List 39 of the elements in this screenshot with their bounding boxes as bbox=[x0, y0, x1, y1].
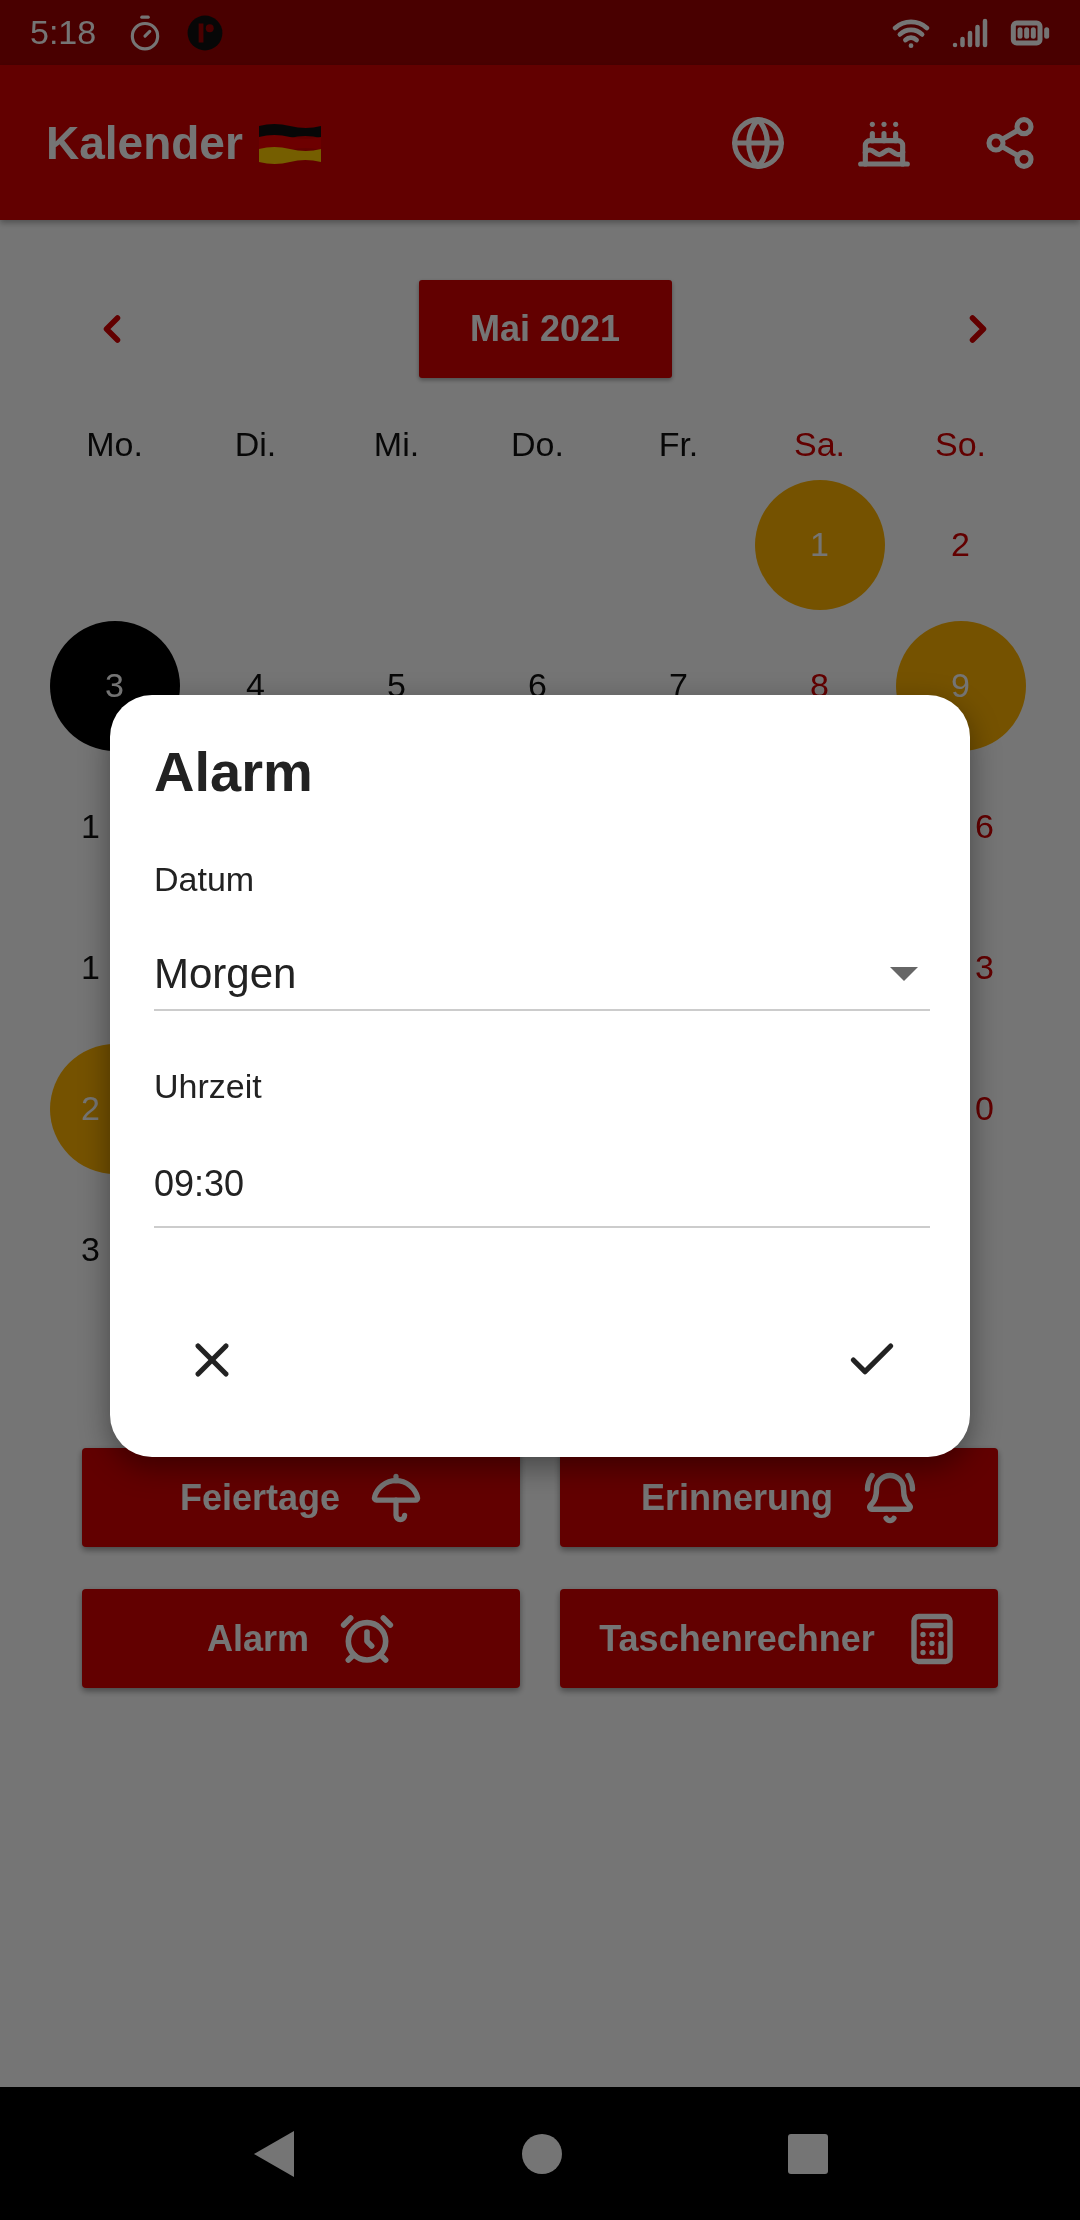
weekday-label: Fr. bbox=[657, 423, 700, 465]
back-icon[interactable] bbox=[252, 2128, 297, 2179]
day-number: 2 bbox=[81, 1089, 100, 1128]
day-number: 3 bbox=[975, 948, 994, 987]
date-dropdown[interactable]: Morgen bbox=[154, 939, 930, 1011]
day-number: 1 bbox=[810, 525, 829, 564]
weekday-label: Sa. bbox=[792, 423, 846, 465]
day-number: 0 bbox=[975, 1089, 994, 1128]
month-button[interactable]: Mai 2021 bbox=[418, 280, 672, 378]
weekday-label: Mi. bbox=[372, 423, 421, 465]
feature-button[interactable]: Taschenrechner bbox=[560, 1589, 998, 1688]
status-time: 5:18 bbox=[30, 13, 97, 52]
recents-icon[interactable] bbox=[787, 2133, 828, 2174]
app-notification-icon bbox=[186, 13, 225, 52]
weekday-label: Mo. bbox=[85, 423, 144, 465]
day-number: 1 bbox=[81, 807, 100, 846]
flag-icon bbox=[258, 121, 321, 164]
day-number: 3 bbox=[81, 1230, 100, 1269]
weekday-label: Do. bbox=[510, 423, 565, 465]
dropdown-arrow-icon bbox=[890, 967, 918, 981]
umbrella-icon bbox=[370, 1471, 423, 1524]
day-number: 6 bbox=[975, 807, 994, 846]
time-input[interactable]: 09:30 bbox=[154, 1142, 930, 1228]
feature-button[interactable]: Feiertage bbox=[82, 1448, 520, 1547]
feature-button[interactable]: Erinnerung bbox=[560, 1448, 998, 1547]
day-number: 1 bbox=[81, 948, 100, 987]
weekday-label: So. bbox=[933, 423, 987, 465]
bell-icon bbox=[863, 1470, 917, 1525]
day-number: 9 bbox=[951, 666, 970, 705]
holiday-marker[interactable]: 1 bbox=[754, 479, 885, 610]
weekday-label: Di. bbox=[233, 423, 278, 465]
day-number: 2 bbox=[951, 525, 970, 564]
feature-button[interactable]: Alarm bbox=[82, 1589, 520, 1688]
app-title: Kalender bbox=[46, 115, 243, 170]
home-icon[interactable] bbox=[521, 2132, 563, 2175]
field-label: Datum bbox=[154, 860, 256, 899]
day-number: 4 bbox=[246, 666, 265, 705]
field-label: Uhrzeit bbox=[154, 1067, 263, 1106]
day-number: 3 bbox=[105, 666, 124, 705]
